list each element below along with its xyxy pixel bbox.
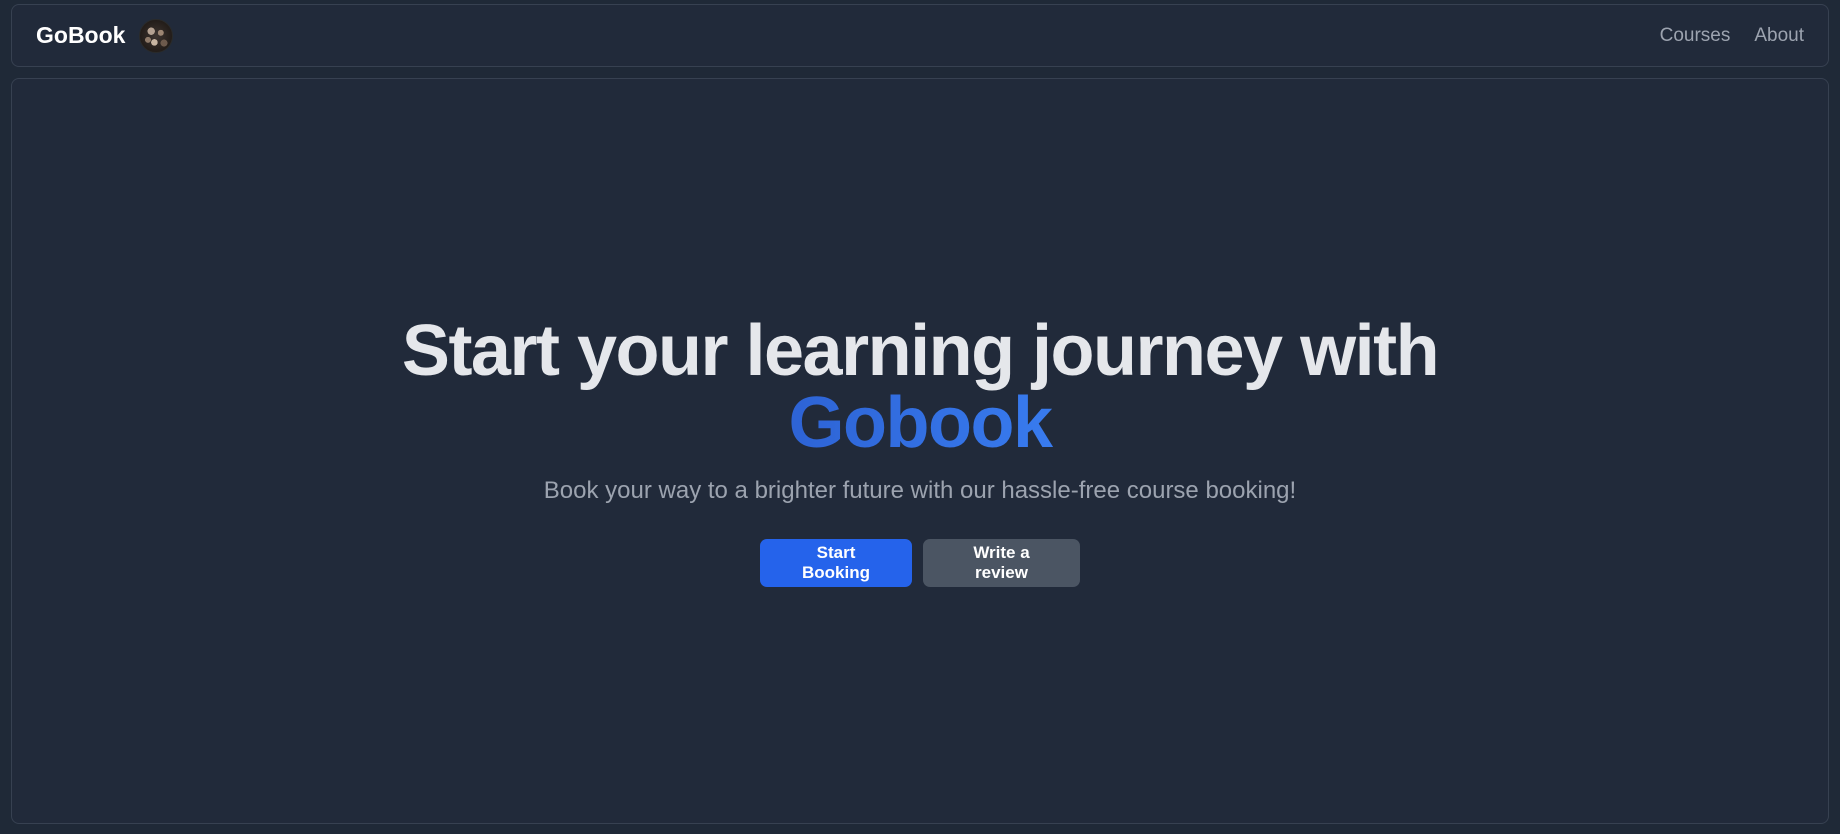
hero-title: Start your learning journey with Gobook bbox=[402, 315, 1440, 459]
hero-section: Start your learning journey with Gobook … bbox=[11, 78, 1829, 824]
brand-link[interactable]: GoBook bbox=[36, 18, 174, 53]
hero-title-highlight: Gobook bbox=[402, 387, 1438, 459]
brand-avatar-icon bbox=[139, 18, 174, 53]
navbar: GoBook Courses About bbox=[11, 4, 1829, 67]
nav-links: Courses About bbox=[1660, 25, 1804, 47]
hero-title-line: Start your learning journey with bbox=[401, 311, 1440, 391]
brand-name: GoBook bbox=[36, 22, 126, 48]
nav-link-courses[interactable]: Courses bbox=[1660, 25, 1731, 47]
hero-actions: Start Booking Write a review bbox=[760, 539, 1080, 587]
write-review-button[interactable]: Write a review bbox=[923, 539, 1080, 587]
nav-link-about[interactable]: About bbox=[1754, 25, 1804, 47]
start-booking-button[interactable]: Start Booking bbox=[760, 539, 912, 587]
hero-subtitle: Book your way to a brighter future with … bbox=[543, 477, 1297, 504]
